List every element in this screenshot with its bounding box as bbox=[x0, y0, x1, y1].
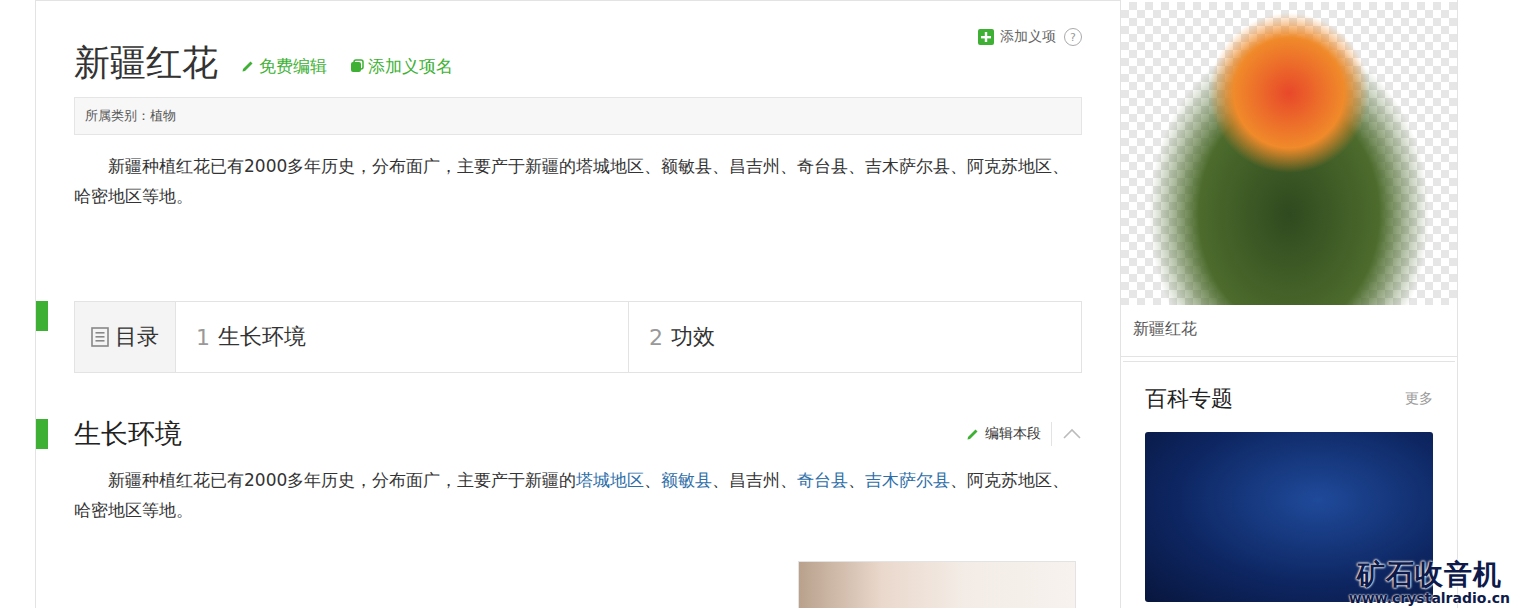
photo-caption: 新疆红花 bbox=[1121, 305, 1457, 357]
section-heading-row: 生长环境 编辑本段 bbox=[36, 417, 1082, 451]
pencil-icon bbox=[965, 426, 981, 442]
inline-link[interactable]: 奇台县 bbox=[797, 470, 848, 490]
header-link[interactable]: 免费编辑 bbox=[240, 49, 327, 78]
header-link[interactable]: 添加义项名 bbox=[349, 49, 453, 78]
sidebar: 新疆红花百科专题 更多 bbox=[1120, 0, 1458, 608]
section-marker bbox=[36, 301, 48, 331]
article: 新疆红花免费编辑添加义项名 添加义项? 所属类别：植物新疆种植红花已有2000多年历… bbox=[35, 0, 1120, 608]
section-marker bbox=[36, 419, 48, 449]
section-image bbox=[798, 561, 1076, 608]
entry-title: 新疆红花 bbox=[74, 41, 218, 85]
add-item-link[interactable]: 添加义项? bbox=[978, 28, 1082, 46]
plus-icon bbox=[978, 29, 994, 45]
add-name-icon bbox=[349, 58, 365, 74]
catalog: 目录1生长环境2功效 bbox=[74, 301, 1082, 373]
more-link[interactable]: 更多 bbox=[1405, 390, 1433, 408]
topics-title: 百科专题 bbox=[1145, 384, 1233, 414]
collapse-icon[interactable] bbox=[1062, 428, 1082, 440]
catalog-label: 目录 bbox=[75, 302, 175, 372]
section-title: 生长环境 bbox=[74, 417, 182, 451]
catalog-item[interactable]: 1生长环境 bbox=[175, 302, 628, 372]
inline-link[interactable]: 吉木萨尔县 bbox=[865, 470, 950, 490]
edit-section-link[interactable]: 编辑本段 bbox=[965, 425, 1041, 443]
entry-photo bbox=[1121, 2, 1457, 305]
separator bbox=[1051, 422, 1052, 446]
pencil-icon bbox=[240, 58, 256, 74]
list-icon bbox=[91, 327, 109, 347]
watermark: 矿石收音机www.crystalradio.cn bbox=[1349, 560, 1510, 606]
inline-link[interactable]: 塔城地区 bbox=[576, 470, 644, 490]
summary: 新疆种植红花已有2000多年历史，分布面广，主要产于新疆的塔城地区、额敏县、昌吉… bbox=[74, 151, 1082, 211]
section-paragraph: 新疆种植红花已有2000多年历史，分布面广，主要产于新疆的塔城地区、额敏县、昌吉… bbox=[74, 465, 1082, 525]
title-group: 新疆红花免费编辑添加义项名 bbox=[74, 1, 475, 85]
catalog-item[interactable]: 2功效 bbox=[628, 302, 1081, 372]
picture-row bbox=[74, 561, 1082, 608]
page: 新疆红花免费编辑添加义项名添加义项?所属类别：植物新疆种植红花已有2000多年历… bbox=[0, 0, 1518, 608]
inline-link[interactable]: 额敏县 bbox=[661, 470, 712, 490]
catalog-row: 目录1生长环境2功效 bbox=[36, 301, 1082, 373]
header: 新疆红花免费编辑添加义项名 添加义项? bbox=[74, 1, 1082, 85]
category-bar: 所属类别：植物 bbox=[74, 97, 1082, 135]
section-tools: 编辑本段 bbox=[965, 422, 1082, 446]
topics-header: 百科专题 更多 bbox=[1145, 384, 1433, 414]
section-heading: 生长环境 编辑本段 bbox=[74, 417, 1082, 451]
help-badge[interactable]: ? bbox=[1064, 28, 1082, 46]
divider bbox=[1123, 357, 1455, 362]
